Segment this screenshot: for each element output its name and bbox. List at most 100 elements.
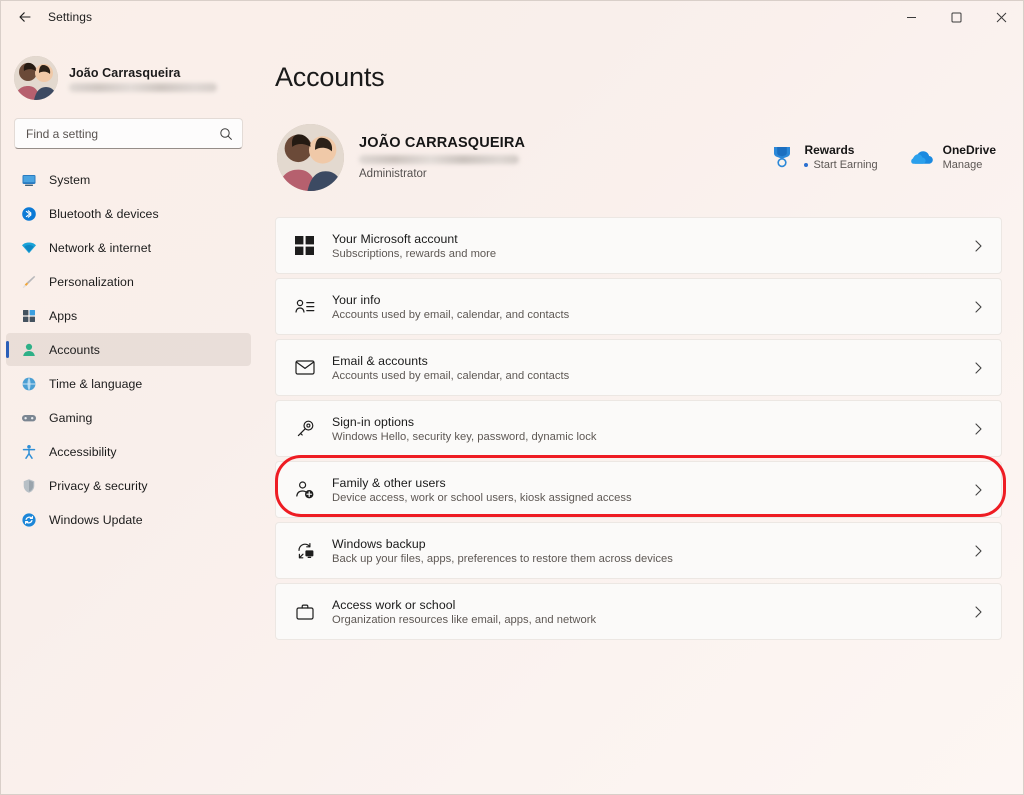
- bluetooth-icon: [20, 205, 37, 222]
- microsoft-logo-icon: [294, 235, 315, 256]
- rewards-action[interactable]: Rewards Start Earning: [769, 143, 878, 171]
- page-title: Accounts: [275, 62, 385, 92]
- card-email-accounts[interactable]: Email & accounts Accounts used by email,…: [275, 339, 1002, 396]
- settings-cards: Your Microsoft account Subscriptions, re…: [275, 217, 1002, 640]
- header-actions: Rewards Start Earning OneDrive Manage: [769, 143, 1002, 171]
- card-your-info[interactable]: Your info Accounts used by email, calend…: [275, 278, 1002, 335]
- rewards-title: Rewards: [804, 143, 855, 157]
- person-add-icon: [294, 479, 315, 500]
- rewards-subtitle: Start Earning: [804, 159, 878, 171]
- minimize-icon[interactable]: [889, 0, 934, 34]
- sidebar-item-accounts[interactable]: Accounts: [6, 333, 251, 366]
- sidebar-email-redacted: [69, 83, 217, 92]
- sidebar-item-label: Network & internet: [49, 240, 152, 255]
- window-title: Settings: [48, 10, 93, 24]
- card-title: Your Microsoft account: [332, 231, 458, 246]
- card-subtitle: Back up your files, apps, preferences to…: [332, 552, 673, 565]
- accessibility-person-icon: [20, 443, 37, 460]
- card-title: Family & other users: [332, 475, 446, 490]
- maximize-icon[interactable]: [934, 0, 979, 34]
- account-role: Administrator: [359, 167, 427, 180]
- account-email-redacted: [359, 154, 519, 164]
- account-header: JOÃO CARRASQUEIRA Administrator Rewards …: [275, 118, 1002, 196]
- sidebar-item-accessibility[interactable]: Accessibility: [6, 435, 251, 468]
- card-title: Sign-in options: [332, 414, 415, 429]
- card-sign-in-options[interactable]: Sign-in options Windows Hello, security …: [275, 400, 1002, 457]
- onedrive-title: OneDrive: [942, 143, 996, 157]
- card-subtitle: Accounts used by email, calendar, and co…: [332, 308, 570, 321]
- clock-globe-icon: [20, 375, 37, 392]
- chevron-right-icon[interactable]: [973, 361, 984, 375]
- sidebar-profile-name: João Carrasqueira: [69, 66, 181, 80]
- settings-window: Settings João Carrasqueira Find a settin…: [0, 0, 1024, 795]
- rewards-medal-icon: [769, 144, 795, 170]
- gamepad-icon: [20, 409, 37, 426]
- sidebar-item-windows-update[interactable]: Windows Update: [6, 503, 251, 536]
- sidebar: João Carrasqueira Find a setting System …: [0, 34, 257, 795]
- monitor-icon: [20, 171, 37, 188]
- sidebar-item-label: Accounts: [49, 342, 100, 357]
- card-title: Windows backup: [332, 536, 426, 551]
- sidebar-item-label: Time & language: [49, 376, 143, 391]
- sidebar-item-gaming[interactable]: Gaming: [6, 401, 251, 434]
- sidebar-profile[interactable]: João Carrasqueira: [0, 46, 257, 104]
- chevron-right-icon[interactable]: [973, 239, 984, 253]
- card-your-microsoft-account[interactable]: Your Microsoft account Subscriptions, re…: [275, 217, 1002, 274]
- card-access-work-or-school[interactable]: Access work or school Organization resou…: [275, 583, 1002, 640]
- chevron-right-icon[interactable]: [973, 300, 984, 314]
- update-refresh-icon: [20, 511, 37, 528]
- sidebar-item-label: Gaming: [49, 410, 93, 425]
- key-icon: [294, 418, 315, 439]
- sidebar-item-network-internet[interactable]: Network & internet: [6, 231, 251, 264]
- onedrive-subtitle: Manage: [942, 159, 983, 171]
- card-windows-backup[interactable]: Windows backup Back up your files, apps,…: [275, 522, 1002, 579]
- sidebar-item-label: Windows Update: [49, 512, 143, 527]
- onedrive-action[interactable]: OneDrive Manage: [908, 143, 996, 171]
- apps-grid-icon: [20, 307, 37, 324]
- main-content: Accounts JOÃO CARRASQUEIRA Administrator…: [257, 34, 1024, 795]
- card-title: Access work or school: [332, 597, 456, 612]
- avatar: [14, 56, 58, 100]
- person-icon: [20, 341, 37, 358]
- backup-sync-icon: [294, 540, 315, 561]
- sidebar-item-label: Accessibility: [49, 444, 117, 459]
- sidebar-item-apps[interactable]: Apps: [6, 299, 251, 332]
- card-title: Your info: [332, 292, 381, 307]
- wifi-icon: [20, 239, 37, 256]
- card-title: Email & accounts: [332, 353, 428, 368]
- window-controls: [889, 0, 1024, 34]
- card-subtitle: Organization resources like email, apps,…: [332, 613, 597, 626]
- search-input[interactable]: [26, 126, 219, 141]
- sidebar-item-label: System: [49, 172, 91, 187]
- close-icon[interactable]: [979, 0, 1024, 34]
- sidebar-item-personalization[interactable]: Personalization: [6, 265, 251, 298]
- chevron-right-icon[interactable]: [973, 422, 984, 436]
- shield-icon: [20, 477, 37, 494]
- title-bar: Settings: [0, 0, 1024, 34]
- sidebar-item-label: Apps: [49, 308, 78, 323]
- sidebar-item-label: Privacy & security: [49, 478, 148, 493]
- status-dot-icon: [804, 163, 809, 167]
- sidebar-item-privacy-security[interactable]: Privacy & security: [6, 469, 251, 502]
- search-box[interactable]: [14, 118, 243, 149]
- chevron-right-icon[interactable]: [973, 483, 984, 497]
- paintbrush-icon: [20, 273, 37, 290]
- chevron-right-icon[interactable]: [973, 544, 984, 558]
- account-avatar[interactable]: [277, 123, 344, 191]
- card-subtitle: Windows Hello, security key, password, d…: [332, 430, 597, 443]
- chevron-right-icon[interactable]: [973, 605, 984, 619]
- onedrive-cloud-icon: [908, 144, 934, 170]
- card-family-other-users[interactable]: Family & other users Device access, work…: [275, 461, 1002, 518]
- envelope-icon: [294, 357, 315, 378]
- sidebar-item-bluetooth-devices[interactable]: Bluetooth & devices: [6, 197, 251, 230]
- sidebar-item-label: Bluetooth & devices: [49, 206, 159, 221]
- sidebar-item-system[interactable]: System: [6, 163, 251, 196]
- account-name: JOÃO CARRASQUEIRA: [359, 134, 526, 151]
- back-arrow-icon[interactable]: [8, 2, 42, 32]
- rewards-subtitle-text: Start Earning: [813, 159, 878, 171]
- sidebar-nav: System Bluetooth & devices Network & int…: [0, 163, 257, 536]
- card-subtitle: Device access, work or school users, kio…: [332, 491, 632, 504]
- sidebar-item-time-language[interactable]: Time & language: [6, 367, 251, 400]
- sidebar-item-label: Personalization: [49, 274, 134, 289]
- search-icon: [219, 127, 233, 141]
